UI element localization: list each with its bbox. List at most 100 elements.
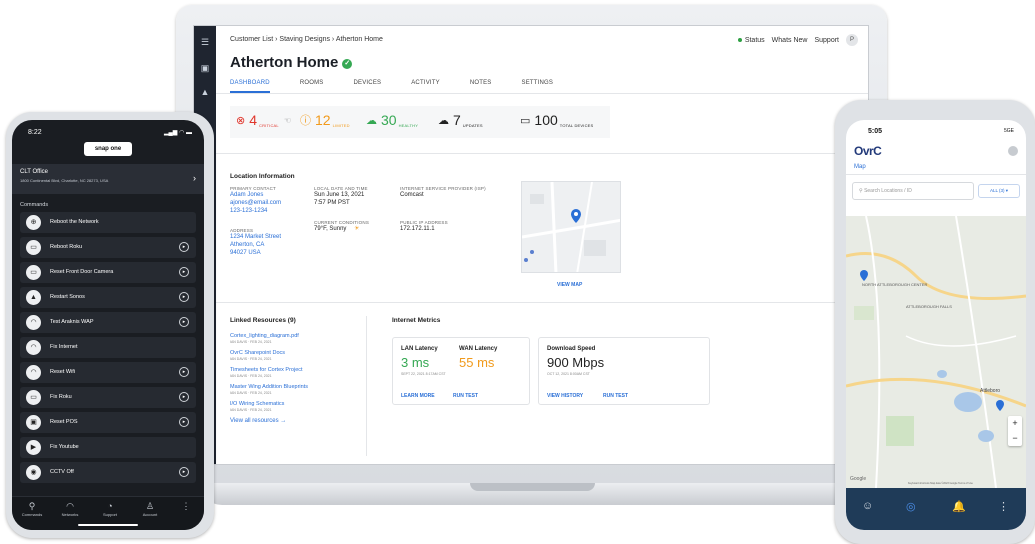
command-item[interactable]: ◉ CCTV Off ▸ bbox=[20, 462, 196, 483]
command-icon: ▭ bbox=[26, 390, 41, 405]
address-line3-link[interactable]: 94027 USA bbox=[230, 249, 310, 257]
filter-dropdown[interactable]: ALL (3) ▾ bbox=[978, 184, 1020, 198]
globe-icon[interactable]: ◎ bbox=[906, 500, 916, 513]
users-icon[interactable]: ☰ bbox=[200, 38, 210, 47]
search-input[interactable]: ⚲ Search Locations / ID bbox=[852, 182, 974, 200]
command-item[interactable]: ◠ Test Araknis WAP ▸ bbox=[20, 312, 196, 333]
command-item[interactable]: ▲ Restart Sonos ▸ bbox=[20, 287, 196, 308]
isp-info: INTERNET SERVICE PROVIDER (ISP) Comcast … bbox=[400, 186, 510, 233]
command-label: Test Araknis WAP bbox=[50, 319, 94, 325]
lan-latency-label: LAN Latency bbox=[401, 346, 438, 352]
tab-activity[interactable]: ACTIVITY bbox=[411, 80, 454, 93]
run-test-button[interactable]: RUN TEST bbox=[453, 393, 478, 399]
command-item[interactable]: ⊕ Reboot the Network bbox=[20, 212, 196, 233]
avatar[interactable] bbox=[1008, 146, 1018, 156]
nav-account[interactable]: ♙ Account bbox=[132, 501, 168, 517]
nav-support[interactable]: ◔ Support bbox=[92, 501, 128, 517]
view-all-resources-link[interactable]: View all resources → bbox=[230, 417, 360, 425]
resource-link[interactable]: I/O Wiring Schematics bbox=[230, 400, 360, 408]
office-selector[interactable]: CLT Office 1800 Continental Blvd, Charlo… bbox=[12, 164, 204, 194]
play-icon[interactable]: ▸ bbox=[179, 242, 189, 252]
command-label: Fix Youtube bbox=[50, 444, 79, 450]
map-label-north-attleborough: NORTH ATTLEBOROUGH CENTER bbox=[862, 282, 928, 287]
more-icon[interactable]: ⋮ bbox=[998, 500, 1009, 513]
command-icon: ◠ bbox=[26, 315, 41, 330]
map-view[interactable]: NORTH ATTLEBOROUGH CENTER ATTLEBOROUGH F… bbox=[846, 216, 1026, 488]
resource-link[interactable]: OvrC Sharepoint Docs bbox=[230, 349, 360, 357]
play-icon[interactable]: ▸ bbox=[179, 317, 189, 327]
tab-settings[interactable]: SETTINGS bbox=[522, 80, 568, 93]
stat-limited[interactable]: ⓘ 12 LIMITED bbox=[300, 112, 350, 128]
stat-total-value: 100 bbox=[534, 112, 558, 128]
command-item[interactable]: ▶ Fix Youtube bbox=[20, 437, 196, 458]
view-map-link[interactable]: VIEW MAP bbox=[557, 282, 582, 288]
phone-right-screen: 5:05 5GE OvrC Map ⚲ Search Locations / I… bbox=[846, 120, 1026, 530]
resource-link[interactable]: Master Wing Addition Blueprints bbox=[230, 383, 360, 391]
play-icon[interactable]: ▸ bbox=[179, 367, 189, 377]
device-stats: ⊗ 4 CRITICAL ☜ ⓘ 12 LIMITED ☁ 30 HEALTHY… bbox=[230, 106, 610, 138]
run-test-button[interactable]: RUN TEST bbox=[603, 393, 628, 399]
stat-healthy[interactable]: ☁ 30 HEALTHY bbox=[366, 112, 418, 128]
zoom-in-button[interactable]: + bbox=[1008, 416, 1022, 431]
learn-more-link[interactable]: LEARN MORE bbox=[401, 393, 435, 399]
command-item[interactable]: ◠ Fix Internet bbox=[20, 337, 196, 358]
resource-meta: IAN DAVIS · FEB 24, 2021 bbox=[230, 408, 272, 412]
header-divider bbox=[846, 174, 1026, 175]
command-icon: ▭ bbox=[26, 240, 41, 255]
status-link[interactable]: Status bbox=[737, 36, 765, 44]
contact-phone-link[interactable]: 123-123-1234 bbox=[230, 207, 310, 215]
nav-support-label: Support bbox=[102, 512, 117, 517]
support-link[interactable]: Support bbox=[814, 37, 839, 44]
address-line1-link[interactable]: 1234 Market Street bbox=[230, 233, 310, 241]
resource-item[interactable]: Master Wing Addition Blueprints IAN DAVIS… bbox=[230, 383, 360, 395]
command-item[interactable]: ◠ Reset Wifi ▸ bbox=[20, 362, 196, 383]
notifications-icon[interactable]: 🔔 bbox=[952, 500, 966, 513]
breadcrumb[interactable]: Customer List › Staving Designs › Athert… bbox=[230, 36, 383, 43]
latency-card: LAN Latency 3 ms WAN Latency 55 ms SEPT … bbox=[392, 337, 530, 405]
zoom-out-button[interactable]: − bbox=[1008, 431, 1022, 446]
address-line2-link[interactable]: Atherton, CA bbox=[230, 241, 310, 249]
nav-commands-label: Commands bbox=[21, 512, 43, 517]
resource-item[interactable]: Cortex_lighting_diagram.pdf IAN DAVIS · F… bbox=[230, 332, 360, 344]
command-label: CCTV Off bbox=[50, 469, 74, 475]
resource-item[interactable]: Timesheets for Cortex Project IAN DAVIS ·… bbox=[230, 366, 360, 378]
more-menu[interactable]: ⋮ bbox=[168, 501, 204, 511]
play-icon[interactable]: ▸ bbox=[179, 392, 189, 402]
play-icon[interactable]: ▸ bbox=[179, 467, 189, 477]
play-icon[interactable]: ▸ bbox=[179, 292, 189, 302]
stat-total-devices[interactable]: ▭ 100 TOTAL DEVICES bbox=[520, 112, 593, 128]
stat-updates-value: 7 bbox=[453, 112, 461, 128]
stat-critical-label: CRITICAL bbox=[259, 123, 279, 128]
command-item[interactable]: ▣ Reset POS ▸ bbox=[20, 412, 196, 433]
bell-icon[interactable]: ▲ bbox=[200, 88, 210, 97]
tab-rooms[interactable]: ROOMS bbox=[300, 80, 338, 93]
stat-critical[interactable]: ⊗ 4 CRITICAL ☜ bbox=[236, 112, 291, 128]
tab-devices[interactable]: DEVICES bbox=[353, 80, 395, 93]
play-icon[interactable]: ▸ bbox=[179, 267, 189, 277]
tab-notes[interactable]: NOTES bbox=[470, 80, 506, 93]
resource-link[interactable]: Cortex_lighting_diagram.pdf bbox=[230, 332, 360, 340]
stat-total-label: TOTAL DEVICES bbox=[559, 123, 594, 128]
book-icon[interactable]: ▣ bbox=[200, 64, 210, 73]
avatar[interactable]: P bbox=[846, 34, 858, 46]
play-icon[interactable]: ▸ bbox=[179, 417, 189, 427]
support-icon[interactable]: ☺ bbox=[862, 500, 873, 512]
resource-link[interactable]: Timesheets for Cortex Project bbox=[230, 366, 360, 374]
contact-email-link[interactable]: ajones@email.com bbox=[230, 199, 310, 207]
resource-item[interactable]: OvrC Sharepoint Docs IAN DAVIS · FEB 24, … bbox=[230, 349, 360, 361]
status-label: Status bbox=[744, 36, 765, 44]
nav-networks[interactable]: ◠ Networks bbox=[52, 501, 88, 517]
stat-updates[interactable]: ☁ 7 UPDATES bbox=[438, 112, 483, 128]
contact-name-link[interactable]: Adam Jones bbox=[230, 191, 310, 199]
chevron-right-icon: › bbox=[193, 173, 196, 183]
location-map[interactable] bbox=[521, 181, 621, 273]
resource-item[interactable]: I/O Wiring Schematics IAN DAVIS · FEB 24,… bbox=[230, 400, 360, 412]
tab-bar: DASHBOARD ROOMS DEVICES ACTIVITY NOTES S… bbox=[230, 80, 583, 93]
command-item[interactable]: ▭ Fix Roku ▸ bbox=[20, 387, 196, 408]
command-item[interactable]: ▭ Reset Front Door Camera ▸ bbox=[20, 262, 196, 283]
view-history-link[interactable]: VIEW HISTORY bbox=[547, 393, 583, 399]
tab-dashboard[interactable]: DASHBOARD bbox=[230, 80, 270, 93]
nav-commands[interactable]: ⚲ Commands bbox=[14, 501, 50, 517]
whats-new-link[interactable]: Whats New bbox=[772, 37, 808, 44]
command-item[interactable]: ▭ Reboot Roku ▸ bbox=[20, 237, 196, 258]
